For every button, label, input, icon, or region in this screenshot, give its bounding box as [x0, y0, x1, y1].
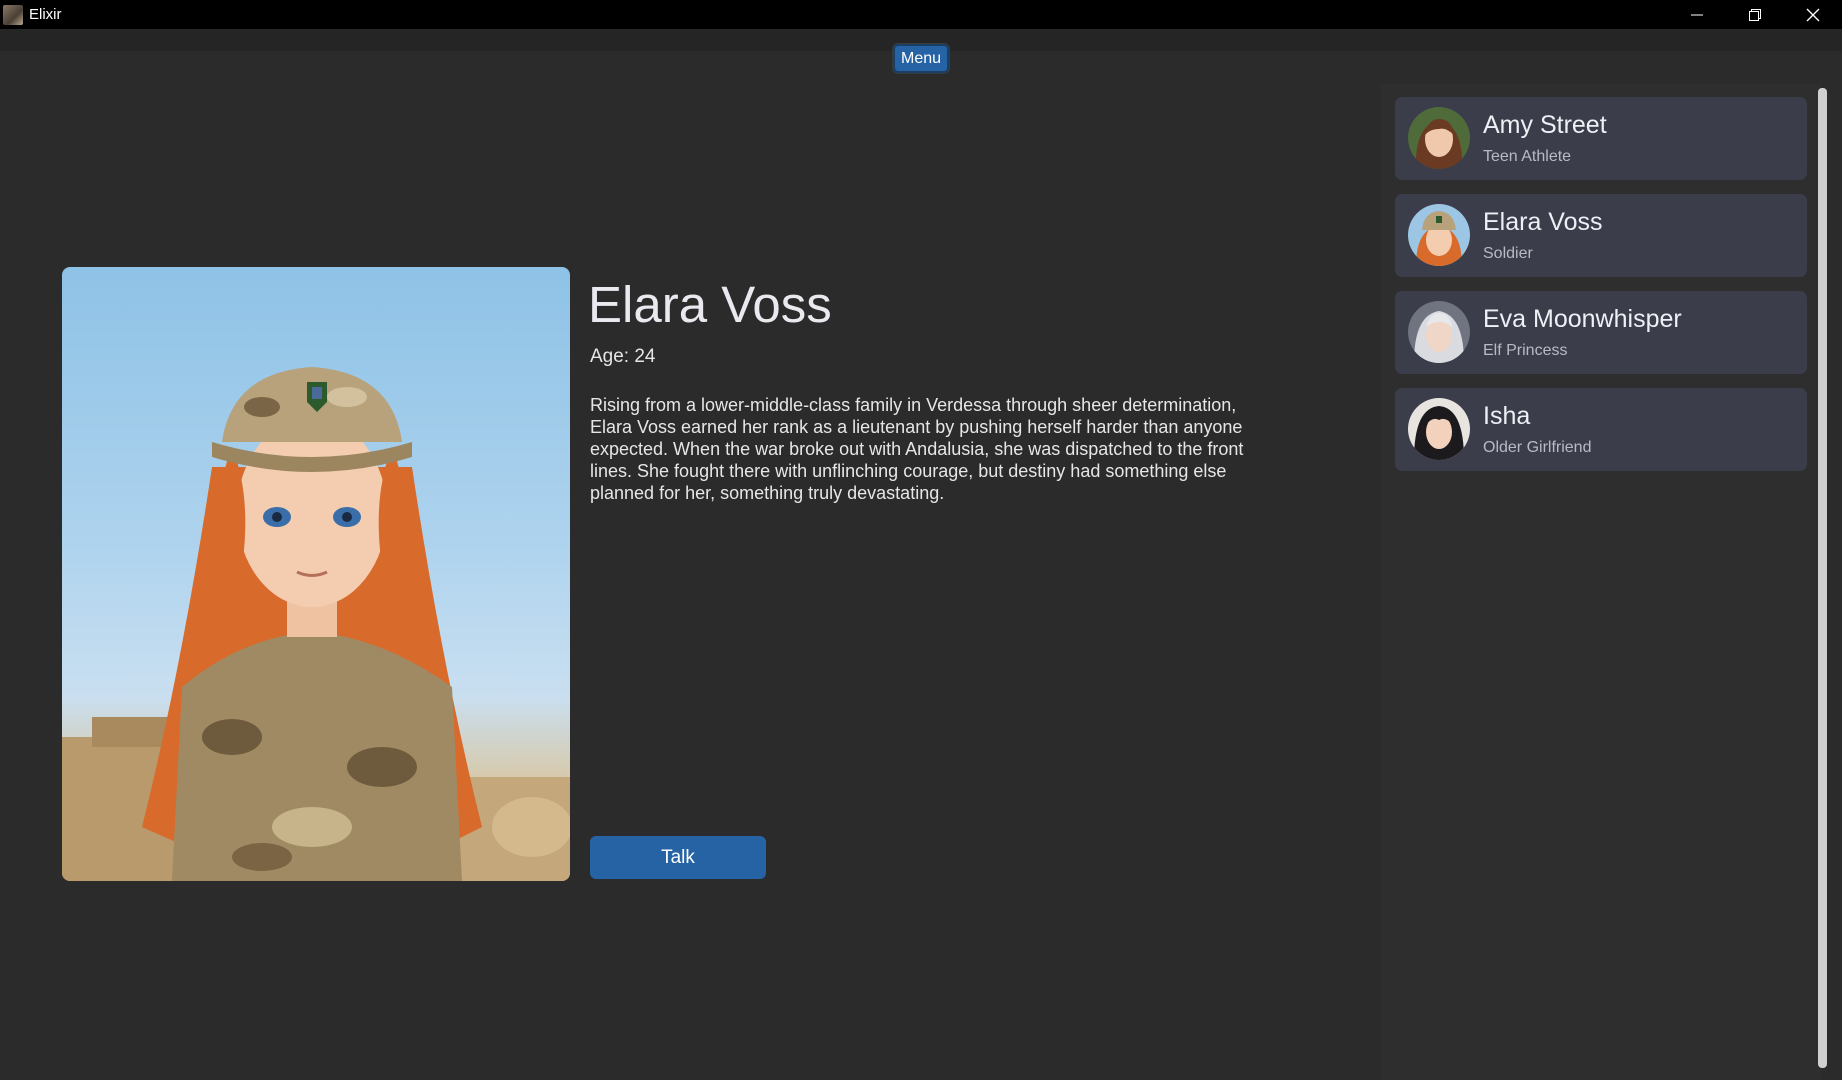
character-card-eva-moonwhisper[interactable]: Eva Moonwhisper Elf Princess	[1395, 291, 1807, 374]
character-card-name: Eva Moonwhisper	[1483, 305, 1682, 333]
minimize-icon	[1691, 14, 1703, 15]
character-description: Rising from a lower-middle-class family …	[590, 395, 1244, 503]
avatar	[1408, 204, 1470, 266]
character-card-elara-voss[interactable]: Elara Voss Soldier	[1395, 194, 1807, 277]
minimize-button[interactable]	[1668, 0, 1726, 29]
avatar	[1408, 301, 1470, 363]
character-card-name: Elara Voss	[1483, 208, 1603, 236]
character-name: Elara Voss	[588, 276, 832, 333]
restore-icon	[1749, 8, 1761, 21]
app-icon	[3, 4, 23, 25]
window-title: Elixir	[29, 6, 62, 23]
character-card-isha[interactable]: Isha Older Girlfriend	[1395, 388, 1807, 471]
avatar	[1408, 398, 1470, 460]
character-card-name: Isha	[1483, 402, 1531, 430]
character-card-name: Amy Street	[1483, 111, 1607, 139]
sidebar-scrollbar[interactable]	[1818, 88, 1827, 1068]
character-card-amy-street[interactable]: Amy Street Teen Athlete	[1395, 97, 1807, 180]
close-icon	[1806, 8, 1820, 21]
character-card-role: Elf Princess	[1483, 342, 1568, 359]
title-bar: Elixir	[0, 0, 1842, 29]
avatar	[1408, 107, 1470, 169]
talk-button[interactable]: Talk	[590, 836, 766, 879]
restore-button[interactable]	[1726, 0, 1784, 29]
character-card-role: Older Girlfriend	[1483, 439, 1592, 456]
character-portrait	[62, 267, 570, 881]
character-list-sidebar: Amy Street Teen Athlete Elara Voss Soldi…	[1381, 84, 1822, 1080]
close-button[interactable]	[1784, 0, 1842, 29]
menu-button[interactable]: Menu	[893, 44, 949, 73]
character-card-role: Teen Athlete	[1483, 148, 1572, 165]
character-card-role: Soldier	[1483, 245, 1533, 262]
window-controls	[1668, 0, 1842, 29]
character-age: Age: 24	[590, 346, 656, 367]
